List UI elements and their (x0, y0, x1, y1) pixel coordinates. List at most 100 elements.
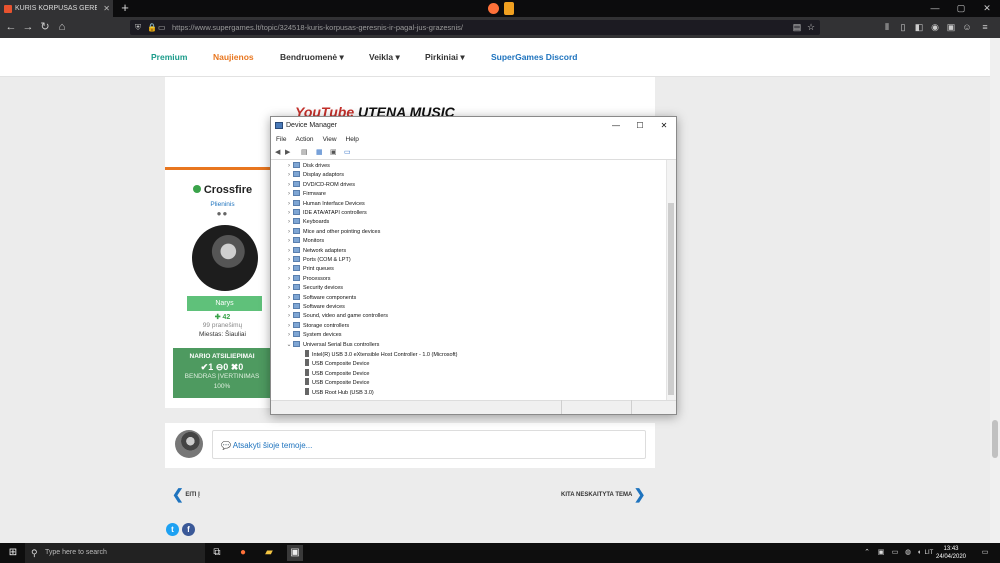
menu-icon[interactable]: ≡ (978, 17, 992, 38)
browser-tab[interactable]: KURIS KORPUSAS GERESNIS IR ✕ (0, 0, 113, 17)
device-category[interactable]: › DVD/CD-ROM drives (285, 180, 355, 190)
next-unread-topic-link[interactable]: KITA NESKAITYTA TEMA ❯ (561, 486, 646, 503)
device-category[interactable]: › Monitors (285, 237, 324, 246)
chevron-right-icon[interactable]: › (285, 190, 293, 199)
taskbar-search-box[interactable]: ⚲ Type here to search (25, 543, 205, 563)
browser-minimize-button[interactable]: — (922, 0, 948, 17)
usb-device[interactable]: USB Composite Device (305, 368, 369, 378)
home-button[interactable]: ⌂ (54, 17, 70, 38)
chevron-right-icon[interactable]: › (285, 181, 293, 190)
device-category[interactable]: › Security devices (285, 284, 343, 293)
nav-discord[interactable]: SuperGames Discord (491, 52, 577, 62)
chevron-right-icon[interactable]: › (285, 322, 293, 331)
dm-minimize-button[interactable]: — (604, 117, 628, 134)
reload-button[interactable]: ↻ (37, 17, 53, 38)
chevron-right-icon[interactable]: › (285, 265, 293, 274)
device-category[interactable]: › Print queues (285, 265, 334, 274)
chevron-right-icon[interactable]: › (285, 312, 293, 321)
device-category[interactable]: › Storage controllers (285, 321, 349, 331)
author-name[interactable]: Crossfire (165, 184, 280, 196)
chevron-right-icon[interactable]: › (285, 209, 293, 218)
chevron-right-icon[interactable]: › (285, 284, 293, 293)
twitter-share-icon[interactable]: t (166, 523, 179, 536)
file-explorer-icon[interactable]: ▰ (261, 545, 277, 561)
usb-device[interactable]: USB Composite Device (305, 359, 369, 368)
device-category[interactable]: › Software devices (285, 303, 345, 312)
device-category[interactable]: › Disk drives (285, 162, 330, 171)
device-category[interactable]: › Sound, video and game controllers (285, 312, 388, 321)
nav-naujienos[interactable]: Naujienos (213, 52, 254, 62)
chevron-right-icon[interactable]: › (285, 247, 293, 256)
device-manager-taskbar-icon[interactable]: ▣ (287, 545, 303, 561)
device-category[interactable]: › Mice and other pointing devices (285, 227, 380, 237)
menu-file[interactable]: File (276, 136, 286, 143)
firefox-extension-icon[interactable] (488, 3, 499, 14)
tab-close-icon[interactable]: ✕ (100, 4, 113, 13)
notifications-icon[interactable]: ▭ (978, 543, 992, 563)
device-category[interactable]: › Network adapters (285, 246, 346, 256)
nav-bendruomene[interactable]: Bendruomenė ▾ (280, 52, 344, 63)
chevron-right-icon[interactable]: › (285, 228, 293, 237)
device-category[interactable]: › System devices (285, 331, 342, 340)
dm-close-button[interactable]: ✕ (652, 117, 676, 134)
nav-veikla[interactable]: Veikla ▾ (369, 52, 400, 63)
addon-icon[interactable]: ▣ (944, 17, 958, 38)
bookmark-star-icon[interactable]: ☆ (804, 17, 818, 38)
reply-input[interactable]: 💬 Atsakyti šioje temoje... (212, 430, 646, 459)
facebook-share-icon[interactable]: f (182, 523, 195, 536)
help-icon[interactable]: ▣ (330, 149, 337, 157)
tray-app-icon[interactable]: ▣ (875, 543, 887, 563)
address-bar[interactable]: ⛨ 🔒 ▭ https://www.supergames.lt/topic/32… (130, 20, 820, 35)
usb-device[interactable]: Intel(R) USB 3.0 eXtensible Host Control… (305, 350, 458, 359)
device-category[interactable]: › Processors (285, 274, 331, 284)
forward-arrow-icon[interactable]: ▶ (285, 149, 290, 157)
usb-device[interactable]: USB Composite Device (305, 378, 369, 387)
device-category[interactable]: › Ports (COM & LPT) (285, 256, 351, 265)
device-category[interactable]: › Keyboards (285, 218, 329, 227)
device-category[interactable]: › Human Interface Devices (285, 199, 365, 209)
back-arrow-icon[interactable]: ◀ (275, 149, 280, 157)
properties-icon[interactable]: ▦ (316, 149, 323, 157)
device-category[interactable]: › Display adaptors (285, 171, 344, 180)
usb-device[interactable]: USB Root Hub (USB 3.0) (305, 387, 374, 397)
chevron-right-icon[interactable]: › (285, 256, 293, 265)
sidebar-icon[interactable]: ▯ (896, 17, 910, 38)
chevron-right-icon[interactable]: › (285, 275, 293, 284)
menu-view[interactable]: View (323, 136, 337, 143)
library-icon[interactable]: ⫴ (880, 17, 894, 38)
page-scrollbar-thumb[interactable] (992, 420, 998, 458)
forward-button[interactable]: → (20, 17, 36, 38)
chevron-right-icon[interactable]: › (285, 303, 293, 312)
chevron-right-icon[interactable]: › (285, 294, 293, 303)
device-category[interactable]: › IDE ATA/ATAPI controllers (285, 209, 367, 218)
browser-maximize-button[interactable]: ▢ (948, 0, 974, 17)
new-tab-button[interactable]: + (118, 0, 132, 17)
browser-close-button[interactable]: ✕ (974, 0, 1000, 17)
tray-chevron-up-icon[interactable]: ⌃ (862, 543, 872, 563)
task-view-icon[interactable]: ⧉ (209, 545, 225, 561)
taskbar-clock[interactable]: 13:43 24/04/2020 (930, 544, 972, 561)
page-scrollbar[interactable] (990, 38, 1000, 543)
dm-scrollbar-thumb[interactable] (668, 203, 674, 395)
chevron-right-icon[interactable]: › (285, 331, 293, 340)
nav-pirkiniai[interactable]: Pirkiniai ▾ (425, 52, 465, 63)
shield-icon[interactable]: ⛨ (135, 20, 141, 35)
menu-help[interactable]: Help (346, 136, 359, 143)
prev-topic-link[interactable]: ❮ EITI Į (172, 486, 200, 503)
extension-icon[interactable]: ◧ (912, 17, 926, 38)
chevron-right-icon[interactable]: › (285, 162, 293, 171)
back-button[interactable]: ← (3, 17, 19, 38)
author-avatar[interactable] (192, 225, 258, 291)
reader-view-icon[interactable]: ▤ (790, 17, 804, 38)
nav-premium[interactable]: Premium (151, 52, 187, 62)
tray-app-icon[interactable]: ▭ (889, 543, 901, 563)
windows-start-icon[interactable]: ⊞ (3, 543, 23, 563)
microphone-indicator-icon[interactable] (504, 2, 514, 15)
chevron-right-icon[interactable]: › (285, 200, 293, 209)
chevron-right-icon[interactable]: › (285, 218, 293, 227)
account-icon[interactable]: ☺ (960, 17, 974, 38)
device-category[interactable]: ⌄ Universal Serial Bus controllers (285, 340, 379, 350)
chevron-right-icon[interactable]: › (285, 171, 293, 180)
show-hide-tree-icon[interactable]: ▤ (301, 149, 308, 157)
firefox-taskbar-icon[interactable]: ● (235, 545, 251, 561)
